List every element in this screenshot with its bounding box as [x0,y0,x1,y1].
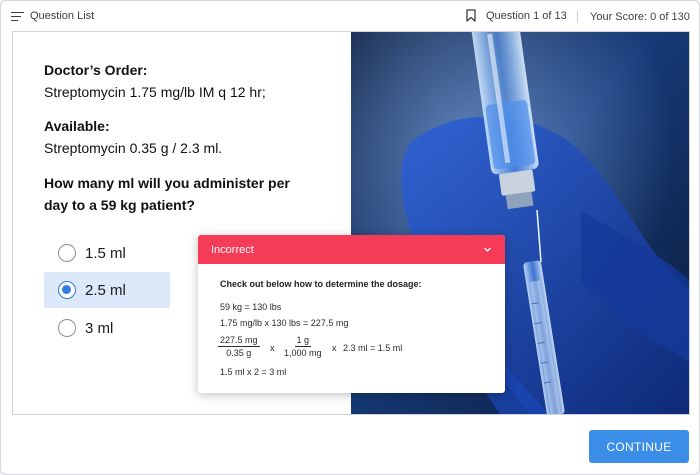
question-counter: Question 1 of 13 [486,9,567,22]
feedback-body: Check out below how to determine the dos… [218,279,500,377]
question-panel: Doctor’s Order: Streptomycin 1.75 mg/lb … [12,31,690,415]
feedback-header[interactable]: Incorrect [198,235,505,264]
order-label: Doctor’s Order: [44,62,148,78]
daily-total-line: 1.5 ml x 2 = 3 ml [220,367,287,377]
feedback-status: Incorrect [211,243,254,256]
radio-button[interactable] [58,319,76,337]
multiply-sign: x [332,343,337,353]
answer-option-3[interactable]: 3 ml [44,310,170,346]
option-label: 2.5 ml [85,281,126,299]
feedback-popup: Incorrect Check out below how to determi… [198,235,505,393]
question-info: Question 1 of 13 [466,9,567,22]
conversion-line: 59 kg = 130 lbs [220,302,282,312]
available-label: Available: [44,118,110,134]
feedback-title: Check out below how to determine the dos… [220,279,422,289]
fraction-1-numerator: 227.5 mg [218,335,260,347]
continue-button[interactable]: CONTINUE [589,430,689,463]
question-list-button[interactable]: Question List [11,10,94,22]
score-display: Your Score: 0 of 130 [590,11,690,23]
answer-option-1[interactable]: 1.5 ml [44,235,170,271]
top-bar: Question List Question 1 of 13 Your Scor… [1,1,700,32]
fraction-1: 227.5 mg 0.35 g [218,335,260,358]
question-text: How many ml will you administer per day … [44,175,290,213]
fraction-2-numerator: 1 g [294,335,312,347]
chevron-down-icon[interactable] [483,245,492,254]
fraction-2: 1 g 1,000 mg [284,335,322,358]
option-label: 3 ml [85,319,114,337]
question-list-label: Question List [30,10,95,22]
available-text: Streptomycin 0.35 g / 2.3 ml. [44,140,223,156]
radio-button[interactable] [58,244,76,262]
list-icon [11,11,24,22]
divider [577,11,578,23]
result-line: 2.3 ml = 1.5 ml [343,343,403,353]
order-text: Streptomycin 1.75 mg/lb IM q 12 hr; [44,84,266,100]
bookmark-icon[interactable] [466,9,476,22]
multiply-sign: x [270,343,275,353]
option-label: 1.5 ml [85,244,126,262]
fraction-1-denominator: 0.35 g [226,348,252,358]
radio-button-selected[interactable] [58,281,76,299]
quiz-window: Question List Question 1 of 13 Your Scor… [0,0,700,475]
fraction-2-denominator: 1,000 mg [284,348,322,358]
dose-line: 1.75 mg/lb x 130 lbs = 227.5 mg [220,318,349,328]
answer-option-2[interactable]: 2.5 ml [44,272,170,308]
